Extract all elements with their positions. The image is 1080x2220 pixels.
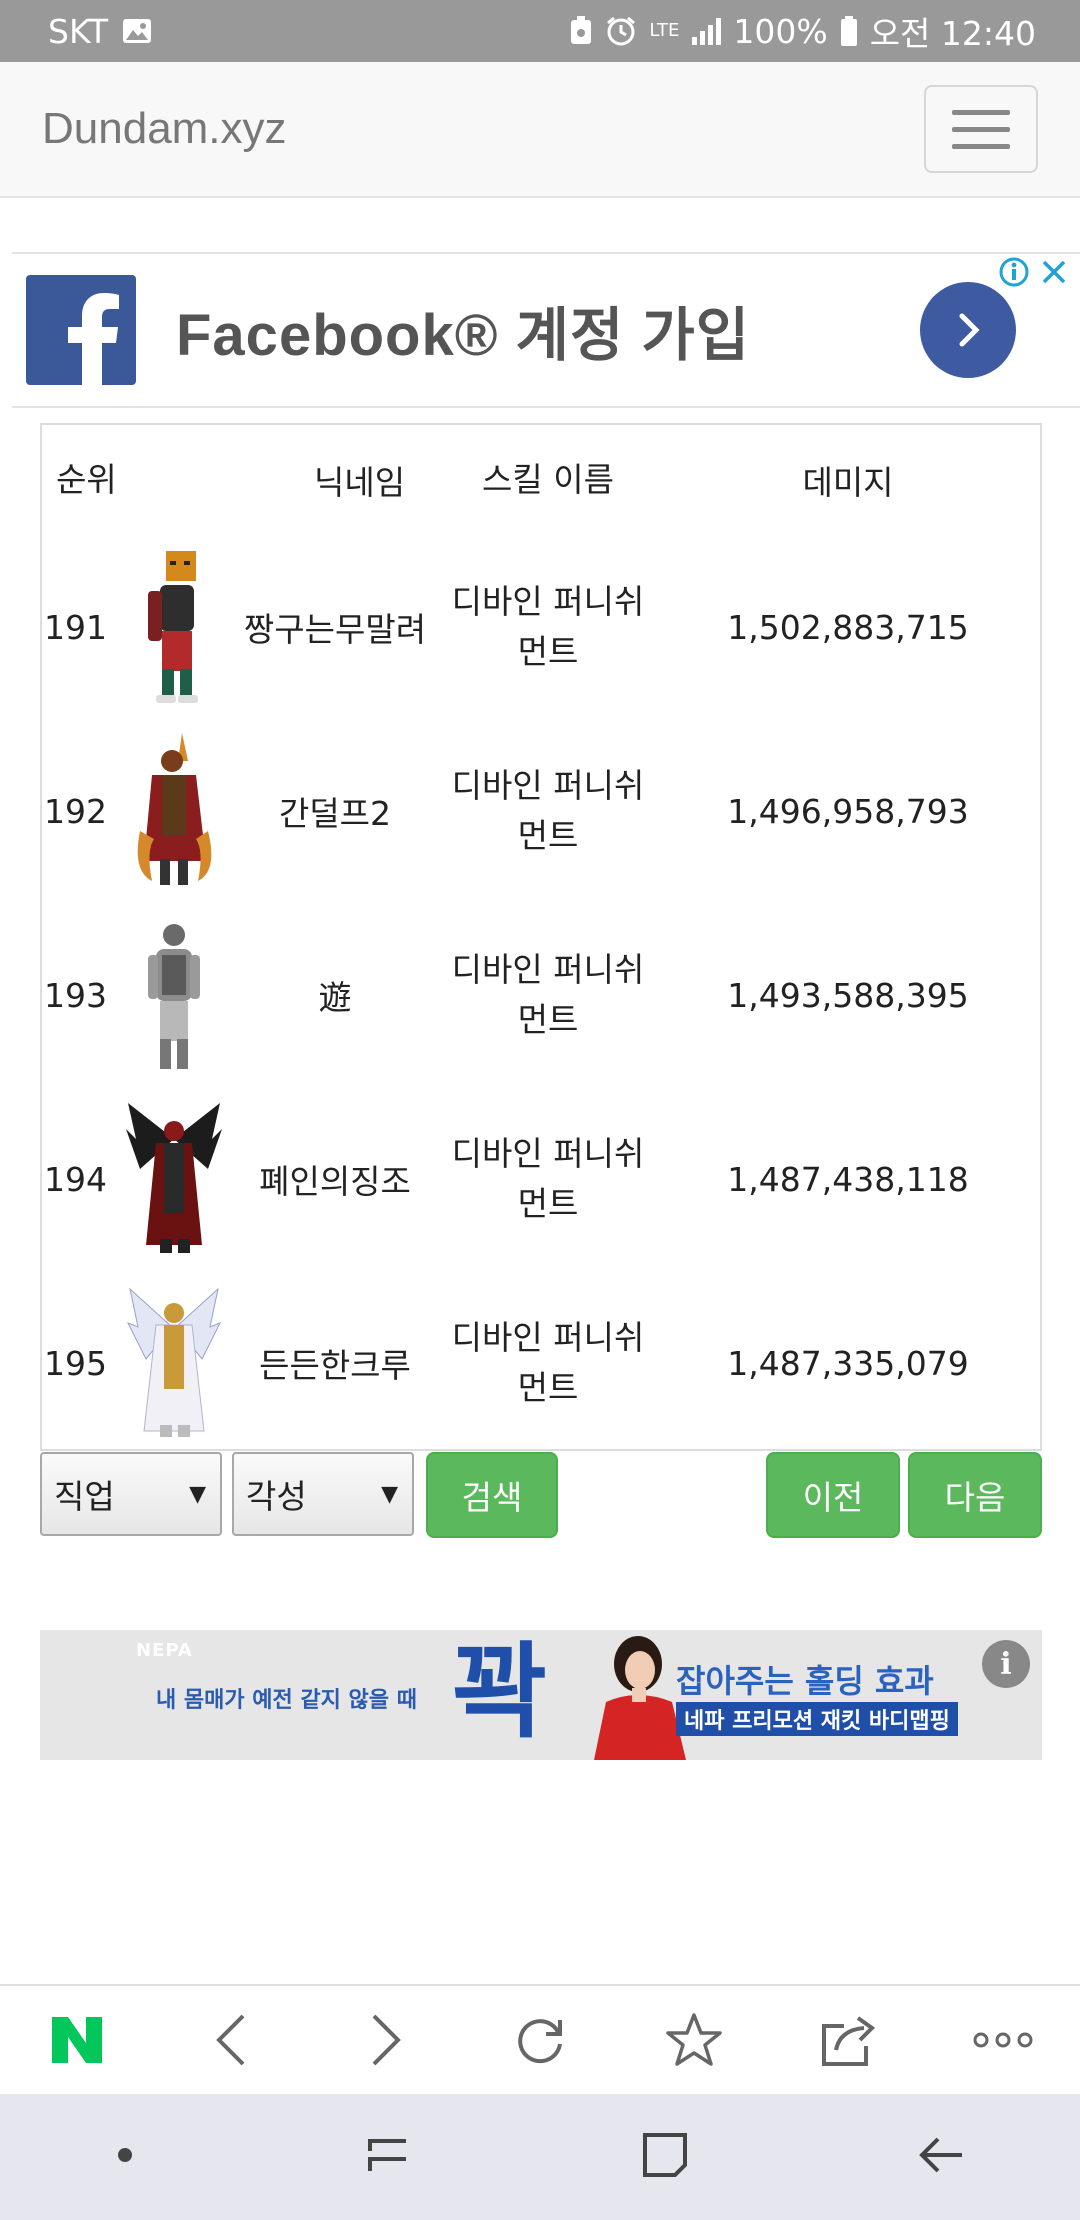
nepa-ad-banner[interactable]: NEPA 내 몸매가 예전 같지 않을 때 꽉 잡아주는 홀딩 효과 네파 프리… — [40, 1630, 1042, 1760]
android-nav-bar — [0, 2094, 1080, 2220]
brand-link[interactable]: Dundam.xyz — [42, 104, 287, 154]
battery-icon — [840, 16, 858, 46]
bookmark-star-icon[interactable] — [654, 2000, 734, 2080]
skill-cell: 디바인 퍼니쉬먼트 — [451, 766, 645, 855]
ad-info-icon[interactable] — [998, 256, 1030, 292]
rank-cell: 193 — [44, 975, 107, 1015]
job-select-value: 직업 — [54, 1477, 115, 1516]
network-label: LTE — [649, 20, 680, 41]
facebook-logo-icon — [26, 275, 136, 385]
hamburger-icon — [952, 109, 1010, 115]
prev-button[interactable]: 이전 — [766, 1452, 900, 1538]
back-nav-icon[interactable] — [918, 2133, 966, 2181]
search-button[interactable]: 검색 — [426, 1452, 558, 1538]
ad-info-icon[interactable]: i — [982, 1640, 1030, 1688]
caret-down-icon: ▼ — [189, 1482, 206, 1507]
nickname-cell: 遊 — [318, 978, 352, 1017]
character-avatar — [118, 903, 230, 1087]
carrier-label: SKT — [48, 11, 109, 51]
nickname-header: 닉네임 — [314, 463, 406, 502]
damage-cell: 1,496,958,793 — [727, 791, 969, 831]
naver-home-icon[interactable] — [37, 2000, 117, 2080]
table-row[interactable]: 193 遊 디바인 퍼니쉬먼트 1,493,588,395 — [42, 903, 1040, 1087]
character-avatar — [118, 1087, 230, 1271]
refresh-icon[interactable] — [500, 2000, 580, 2080]
damage-cell: 1,502,883,715 — [727, 607, 969, 647]
ad-close-icon[interactable] — [1040, 258, 1068, 290]
browser-toolbar — [0, 1984, 1080, 2094]
save-icon — [569, 16, 593, 46]
next-button[interactable]: 다음 — [908, 1452, 1042, 1538]
nickname-cell: 든든한크루 — [259, 1346, 411, 1385]
status-bar: SKT LTE 100% 오전 12:40 — [0, 0, 1080, 62]
nepa-logo: NEPA — [136, 1640, 193, 1661]
caret-down-icon: ▼ — [381, 1482, 398, 1507]
top-navbar: Dundam.xyz — [0, 62, 1080, 198]
table-row[interactable]: 194 폐인의징조 디바인 퍼니쉬먼트 1,487,438,118 — [42, 1087, 1040, 1271]
damage-cell: 1,493,588,395 — [727, 975, 969, 1015]
rank-header: 순위 — [56, 460, 117, 499]
table-row[interactable]: 195 든든한크루 디바인 퍼니쉬먼트 1,487,335,079 — [42, 1271, 1040, 1455]
nickname-cell: 폐인의징조 — [259, 1162, 411, 1201]
home-icon[interactable] — [641, 2131, 689, 2183]
recents-icon[interactable] — [364, 2133, 412, 2181]
nickname-cell: 간덜프2 — [278, 794, 392, 833]
nepa-ad-big-text: 꽉 — [452, 1631, 548, 1753]
character-avatar — [118, 535, 230, 719]
skill-header: 스킬 이름 — [482, 460, 614, 499]
table-row[interactable]: 191 짱구는무말려 디바인 퍼니쉬먼트 1,502,883,715 — [42, 535, 1040, 719]
job-select[interactable]: 직업 ▼ — [40, 1452, 222, 1536]
table-header-row: 순위 닉네임 스킬 이름 데미지 — [42, 425, 1040, 535]
clock: 오전 12:40 — [869, 14, 1036, 53]
skill-cell: 디바인 퍼니쉬먼트 — [451, 582, 645, 671]
nepa-ad-subtitle: 내 몸매가 예전 같지 않을 때 — [156, 1688, 417, 1713]
rank-cell: 191 — [44, 607, 107, 647]
damage-cell: 1,487,438,118 — [727, 1159, 969, 1199]
battery-percent: 100% — [733, 11, 828, 51]
awaken-select-value: 각성 — [246, 1477, 307, 1516]
forward-icon[interactable] — [346, 2000, 426, 2080]
nepa-ad-tag: 네파 프리모션 재킷 바디맵핑 — [676, 1702, 958, 1736]
share-icon[interactable] — [809, 2000, 889, 2080]
ad-chevron-right-icon[interactable] — [920, 282, 1016, 378]
filter-controls: 직업 ▼ 각성 ▼ 검색 이전 다음 — [40, 1452, 1042, 1538]
awaken-select[interactable]: 각성 ▼ — [232, 1452, 414, 1536]
signal-icon — [691, 17, 722, 45]
menu-toggle-button[interactable] — [924, 85, 1038, 173]
skill-cell: 디바인 퍼니쉬먼트 — [451, 1318, 645, 1407]
rank-cell: 194 — [44, 1159, 107, 1199]
nav-dot-icon[interactable] — [115, 2145, 135, 2169]
rank-cell: 195 — [44, 1343, 107, 1383]
character-avatar — [118, 1271, 230, 1455]
skill-cell: 디바인 퍼니쉬먼트 — [451, 950, 645, 1039]
facebook-ad-text: Facebook® 계정 가입 — [176, 303, 751, 368]
ranking-table: 순위 닉네임 스킬 이름 데미지 191 짱구는무말려 디바인 퍼니쉬먼트 1,… — [40, 423, 1042, 1451]
character-avatar — [118, 719, 230, 903]
skill-cell: 디바인 퍼니쉬먼트 — [451, 1134, 645, 1223]
back-icon[interactable] — [191, 2000, 271, 2080]
damage-header: 데미지 — [802, 463, 894, 502]
facebook-ad-banner[interactable]: Facebook® 계정 가입 — [12, 252, 1080, 408]
damage-cell: 1,487,335,079 — [727, 1343, 969, 1383]
nepa-ad-headline: 잡아주는 홀딩 효과 — [676, 1662, 934, 1700]
nickname-cell: 짱구는무말려 — [243, 610, 427, 649]
gallery-icon — [122, 18, 152, 44]
more-icon[interactable] — [963, 2000, 1043, 2080]
alarm-icon — [605, 15, 637, 47]
rank-cell: 192 — [44, 791, 107, 831]
table-row[interactable]: 192 간덜프2 디바인 퍼니쉬먼트 1,496,958,793 — [42, 719, 1040, 903]
